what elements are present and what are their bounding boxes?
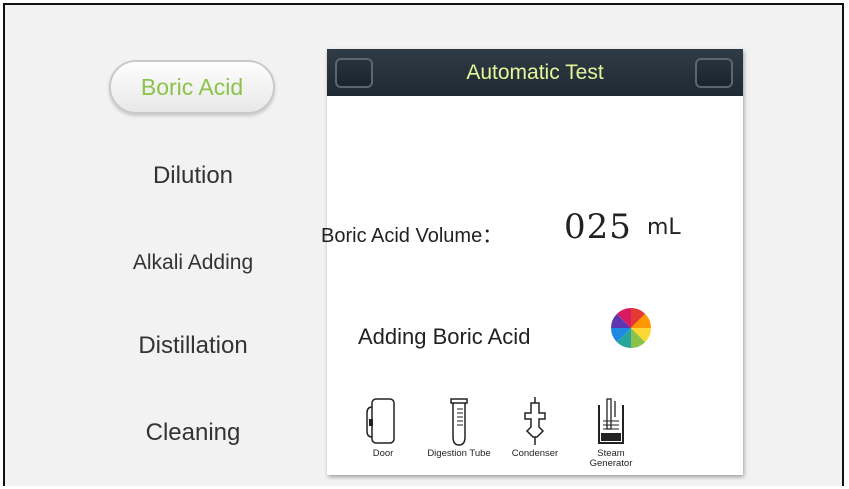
step-cleaning[interactable]: Cleaning bbox=[68, 419, 318, 447]
panel-title: Automatic Test bbox=[466, 61, 604, 84]
device-label-steam-generator: Steam Generator bbox=[589, 448, 633, 469]
volume-label: Boric Acid Volume： bbox=[321, 225, 503, 247]
device-door: Door bbox=[343, 397, 423, 459]
step-alkali-adding[interactable]: Alkali Adding bbox=[68, 251, 318, 275]
volume-unit: mL bbox=[647, 215, 681, 240]
device-label-condenser: Condenser bbox=[511, 448, 559, 459]
device-steam-generator: Steam Generator bbox=[571, 397, 651, 469]
progress-wheel-icon bbox=[611, 308, 651, 348]
device-label-door: Door bbox=[372, 448, 394, 459]
header-right-button[interactable] bbox=[695, 58, 733, 88]
step-boric-acid[interactable]: Boric Acid bbox=[109, 60, 275, 114]
status-text: Adding Boric Acid bbox=[358, 324, 531, 349]
device-digestion-tube: Digestion Tube bbox=[419, 397, 499, 459]
panel-header: Automatic Test bbox=[327, 49, 743, 96]
automatic-test-panel: Automatic Test Boric Acid Volume： 025 mL… bbox=[321, 49, 743, 475]
device-label-digestion-tube: Digestion Tube bbox=[427, 448, 491, 459]
door-icon bbox=[366, 398, 395, 444]
app-frame: Boric Acid Dilution Alkali Adding Distil… bbox=[3, 3, 844, 486]
steam-generator-icon bbox=[598, 398, 624, 444]
device-condenser: Condenser bbox=[495, 397, 575, 459]
step-distillation[interactable]: Distillation bbox=[68, 332, 318, 360]
condenser-icon bbox=[524, 397, 546, 445]
volume-value: 025 bbox=[564, 207, 632, 247]
step-dilution[interactable]: Dilution bbox=[68, 162, 318, 190]
digestion-tube-icon bbox=[450, 398, 468, 446]
